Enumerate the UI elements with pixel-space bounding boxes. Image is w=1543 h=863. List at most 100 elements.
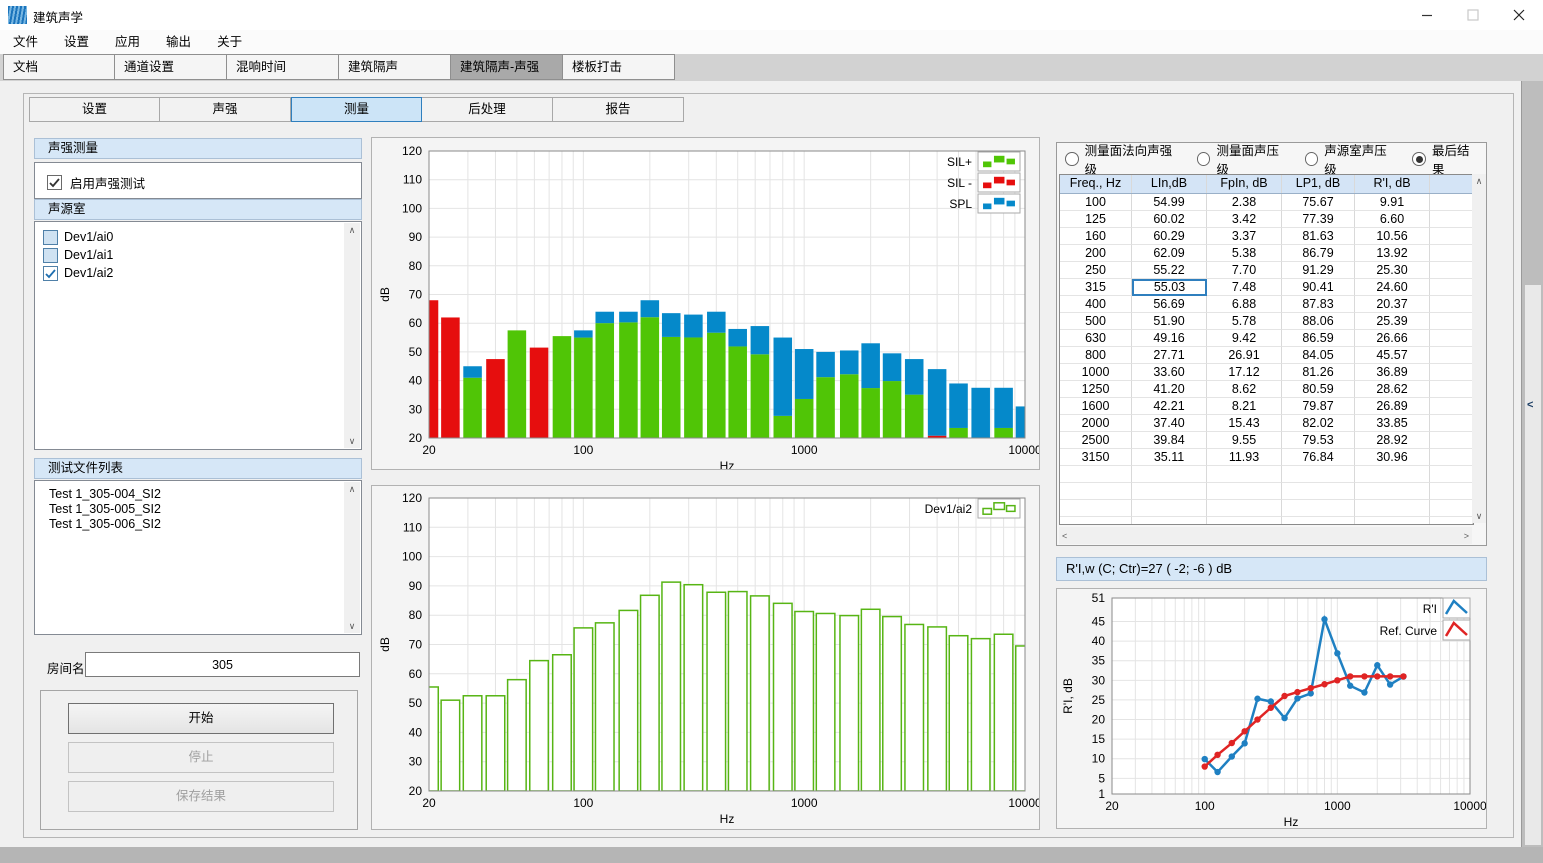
table-cell[interactable]: 49.16 — [1132, 330, 1207, 347]
table-cell[interactable] — [1207, 500, 1282, 517]
table-cell[interactable]: 630 — [1060, 330, 1132, 347]
table-cell[interactable]: 15.43 — [1207, 415, 1282, 432]
tab-2[interactable]: 混响时间 — [227, 54, 339, 80]
table-cell[interactable]: 75.67 — [1282, 194, 1355, 211]
table-cell[interactable]: 3.37 — [1207, 228, 1282, 245]
table-cell[interactable]: 76.84 — [1282, 449, 1355, 466]
table-cell[interactable]: 160 — [1060, 228, 1132, 245]
table-cell[interactable]: 28.92 — [1355, 432, 1430, 449]
table-cell[interactable]: 86.79 — [1282, 245, 1355, 262]
table-cell[interactable] — [1430, 211, 1473, 228]
table-cell[interactable] — [1282, 517, 1355, 525]
table-cell[interactable]: 45.57 — [1355, 347, 1430, 364]
table-cell[interactable]: 10.56 — [1355, 228, 1430, 245]
tab-1[interactable]: 通道设置 — [115, 54, 227, 80]
scroll-right-icon[interactable]: > — [1464, 529, 1469, 543]
minimize-button[interactable] — [1404, 0, 1450, 30]
table-cell[interactable]: 79.53 — [1282, 432, 1355, 449]
table-cell[interactable]: 26.89 — [1355, 398, 1430, 415]
table-cell[interactable] — [1430, 483, 1473, 500]
channel-checkbox[interactable] — [43, 248, 58, 263]
menu-item-0[interactable]: 文件 — [0, 30, 51, 54]
table-cell[interactable]: 20.37 — [1355, 296, 1430, 313]
table-cell[interactable]: 2500 — [1060, 432, 1132, 449]
table-cell[interactable]: 88.06 — [1282, 313, 1355, 330]
table-cell[interactable] — [1282, 500, 1355, 517]
table-cell[interactable] — [1060, 483, 1132, 500]
channel-checkbox[interactable] — [43, 266, 58, 281]
table-cell[interactable]: 315 — [1060, 279, 1132, 296]
channel-checkbox[interactable] — [43, 230, 58, 245]
menu-item-4[interactable]: 关于 — [204, 30, 255, 54]
table-cell[interactable] — [1355, 466, 1430, 483]
table-cell[interactable]: 200 — [1060, 245, 1132, 262]
stop-button[interactable]: 停止 — [68, 742, 334, 773]
table-cell[interactable]: 60.02 — [1132, 211, 1207, 228]
table-cell[interactable] — [1282, 466, 1355, 483]
menu-item-3[interactable]: 输出 — [153, 30, 204, 54]
table-cell[interactable]: 55.03 — [1132, 279, 1207, 296]
scroll-up-icon[interactable]: ∧ — [349, 223, 356, 237]
table-cell[interactable] — [1282, 483, 1355, 500]
save-results-button[interactable]: 保存结果 — [68, 781, 334, 812]
table-cell[interactable]: 500 — [1060, 313, 1132, 330]
table-cell[interactable]: 1000 — [1060, 364, 1132, 381]
table-cell[interactable] — [1060, 500, 1132, 517]
tab-3[interactable]: 建筑隔声 — [339, 54, 451, 80]
subtab-0[interactable]: 设置 — [29, 97, 160, 122]
table-cell[interactable]: 84.05 — [1282, 347, 1355, 364]
table-cell[interactable]: 36.89 — [1355, 364, 1430, 381]
table-cell[interactable]: 11.93 — [1207, 449, 1282, 466]
subtab-2[interactable]: 测量 — [291, 97, 422, 122]
subtab-3[interactable]: 后处理 — [422, 97, 553, 122]
table-cell[interactable]: 81.63 — [1282, 228, 1355, 245]
table-cell[interactable] — [1430, 500, 1473, 517]
table-cell[interactable] — [1132, 466, 1207, 483]
collapse-arrow-icon[interactable]: < — [1527, 399, 1533, 411]
table-cell[interactable] — [1430, 398, 1473, 415]
table-cell[interactable]: 5.38 — [1207, 245, 1282, 262]
table-cell[interactable]: 62.09 — [1132, 245, 1207, 262]
table-cell[interactable]: 25.39 — [1355, 313, 1430, 330]
table-cell[interactable] — [1355, 517, 1430, 525]
scroll-down-icon[interactable]: ∨ — [349, 434, 356, 448]
table-cell[interactable]: 90.41 — [1282, 279, 1355, 296]
table-cell[interactable]: 17.12 — [1207, 364, 1282, 381]
radio-option-3[interactable]: 最后结果 — [1412, 140, 1486, 178]
table-cell[interactable]: 2.38 — [1207, 194, 1282, 211]
table-cell[interactable]: 80.59 — [1282, 381, 1355, 398]
test-file-item-0[interactable]: Test 1_305-004_SI2 — [35, 487, 361, 502]
table-cell[interactable] — [1355, 500, 1430, 517]
table-cell[interactable]: 35.11 — [1132, 449, 1207, 466]
menu-item-1[interactable]: 设置 — [51, 30, 102, 54]
splitter-thumb[interactable] — [1525, 285, 1541, 845]
table-cell[interactable]: 6.88 — [1207, 296, 1282, 313]
test-file-item-1[interactable]: Test 1_305-005_SI2 — [35, 502, 361, 517]
table-cell[interactable] — [1207, 517, 1282, 525]
table-cell[interactable]: 28.62 — [1355, 381, 1430, 398]
table-cell[interactable]: 33.85 — [1355, 415, 1430, 432]
table-cell[interactable]: 100 — [1060, 194, 1132, 211]
scroll-up-icon[interactable]: ∧ — [1476, 174, 1483, 188]
table-cell[interactable]: 9.42 — [1207, 330, 1282, 347]
table-cell[interactable]: 9.55 — [1207, 432, 1282, 449]
splitter-strip[interactable]: < — [1521, 81, 1543, 847]
table-cell[interactable] — [1430, 364, 1473, 381]
table-cell[interactable] — [1430, 415, 1473, 432]
table-cell[interactable]: 37.40 — [1132, 415, 1207, 432]
scroll-up-icon[interactable]: ∧ — [349, 482, 356, 496]
maximize-button[interactable] — [1450, 0, 1496, 30]
table-cell[interactable]: 8.62 — [1207, 381, 1282, 398]
table-cell[interactable] — [1132, 483, 1207, 500]
table-cell[interactable] — [1430, 296, 1473, 313]
table-cell[interactable]: 86.59 — [1282, 330, 1355, 347]
table-cell[interactable] — [1430, 347, 1473, 364]
table-cell[interactable]: 55.22 — [1132, 262, 1207, 279]
table-cell[interactable]: 9.91 — [1355, 194, 1430, 211]
table-cell[interactable]: 25.30 — [1355, 262, 1430, 279]
table-cell[interactable] — [1430, 279, 1473, 296]
table-cell[interactable] — [1132, 500, 1207, 517]
table-cell[interactable]: 51.90 — [1132, 313, 1207, 330]
table-cell[interactable]: 800 — [1060, 347, 1132, 364]
table-cell[interactable] — [1355, 483, 1430, 500]
